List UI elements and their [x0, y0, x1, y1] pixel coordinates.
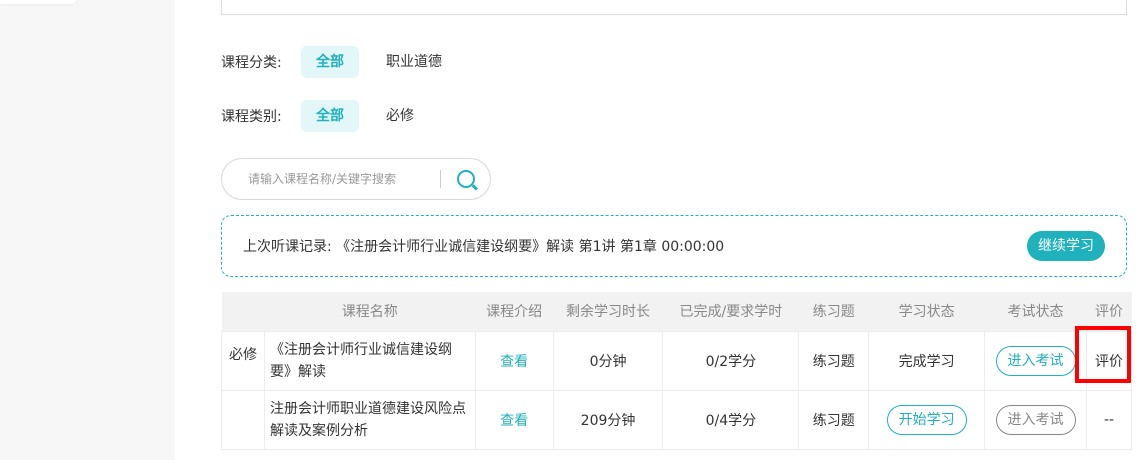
- filter-option-all[interactable]: 全部: [301, 46, 359, 78]
- header-exam: 考试状态: [984, 292, 1087, 331]
- filter-label: 课程类别:: [221, 109, 282, 125]
- filter-option-required[interactable]: 必修: [371, 100, 429, 132]
- view-intro-link[interactable]: 查看: [500, 354, 528, 370]
- study-status: 完成学习: [868, 330, 986, 391]
- course-name: 《注册会计师行业诚信建设纲要》解读: [263, 330, 476, 391]
- divider: [440, 170, 441, 188]
- course-name: 注册会计师职业道德建设风险点解读及案例分析: [263, 389, 476, 450]
- header-remaining: 剩余学习时长: [553, 292, 663, 331]
- top-panel: [221, 0, 1127, 15]
- search-icon[interactable]: [457, 170, 475, 188]
- progress: 0/2学分: [662, 330, 800, 391]
- filter-option-ethics[interactable]: 职业道德: [371, 46, 457, 78]
- header-name: 课程名称: [264, 292, 476, 331]
- progress: 0/4学分: [662, 389, 800, 450]
- start-learning-button[interactable]: 开始学习: [886, 404, 967, 435]
- remaining-time: 209分钟: [552, 389, 664, 450]
- header-intro: 课程介绍: [475, 292, 554, 331]
- filter-category: 课程分类: 全部 职业道德: [221, 46, 457, 78]
- course-type: 必修: [221, 330, 265, 391]
- header-status: 学习状态: [868, 292, 985, 331]
- sidebar-card: [0, 0, 77, 4]
- last-record-text: 上次听课记录: 《注册会计师行业诚信建设纲要》解读 第1讲 第1章 00:00:…: [243, 239, 725, 255]
- header-progress: 已完成/要求学时: [662, 292, 799, 331]
- course-type: [221, 389, 265, 450]
- last-record-panel: 上次听课记录: 《注册会计师行业诚信建设纲要》解读 第1讲 第1章 00:00:…: [221, 215, 1127, 277]
- table-row: 必修 《注册会计师行业诚信建设纲要》解读 查看 0分钟 0/2学分 练习题 完成…: [221, 330, 1133, 391]
- search-input[interactable]: [248, 172, 438, 186]
- course-table: 课程名称 课程介绍 剩余学习时长 已完成/要求学时 练习题 学习状态 考试状态 …: [221, 292, 1133, 450]
- filter-type: 课程类别: 全部 必修: [221, 100, 429, 132]
- filter-label: 课程分类:: [221, 55, 282, 71]
- enter-exam-button[interactable]: 进入考试: [995, 345, 1076, 376]
- view-intro-link[interactable]: 查看: [500, 413, 528, 429]
- header-exercise: 练习题: [798, 292, 869, 331]
- sidebar: [0, 0, 175, 460]
- search-box: [221, 158, 491, 200]
- table-row: 注册会计师职业道德建设风险点解读及案例分析 查看 209分钟 0/4学分 练习题…: [221, 389, 1133, 450]
- highlight-box: [1075, 326, 1131, 383]
- exercise-link[interactable]: 练习题: [798, 389, 870, 450]
- rating-empty: --: [1085, 389, 1133, 450]
- continue-learning-button[interactable]: 继续学习: [1027, 231, 1105, 261]
- remaining-time: 0分钟: [552, 330, 664, 391]
- filter-option-all[interactable]: 全部: [301, 100, 359, 132]
- enter-exam-button-disabled: 进入考试: [995, 404, 1076, 435]
- table-header: 课程名称 课程介绍 剩余学习时长 已完成/要求学时 练习题 学习状态 考试状态 …: [221, 292, 1132, 331]
- exercise-link[interactable]: 练习题: [798, 330, 870, 391]
- header-type: [221, 292, 265, 331]
